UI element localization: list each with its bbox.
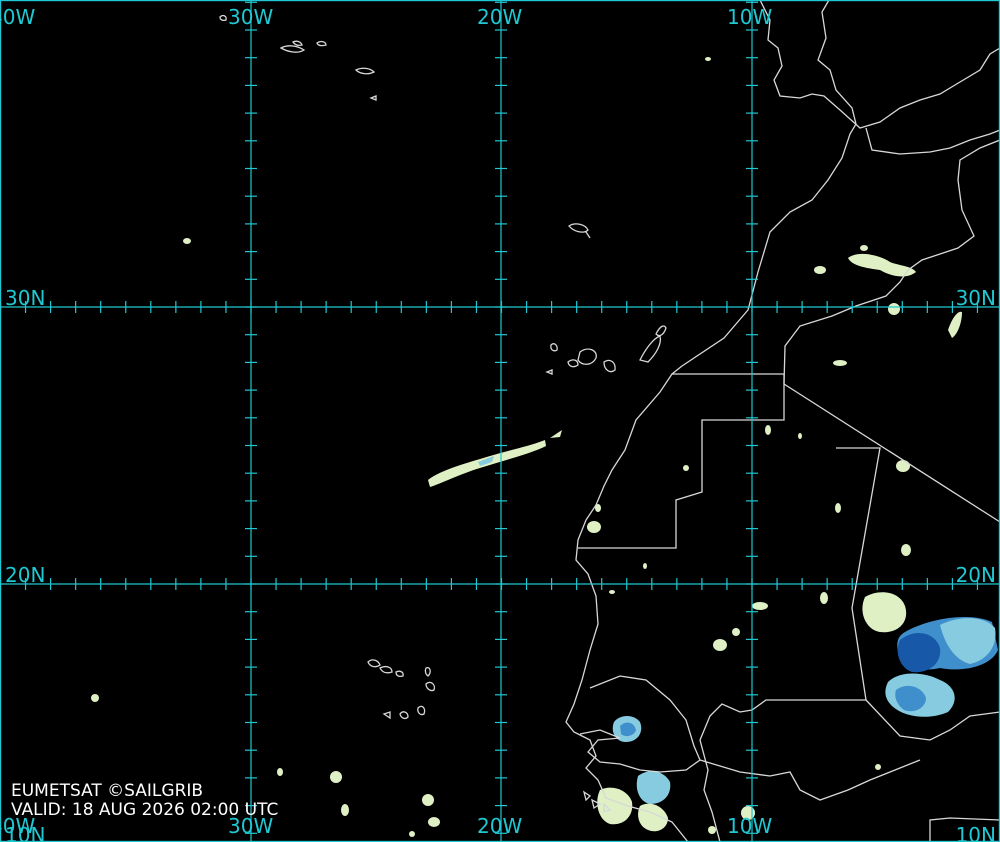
label-left-20n: 20N [5, 563, 45, 587]
label-left-30n: 30N [5, 286, 45, 310]
label-bottom-20w: 20W [477, 814, 522, 838]
label-right-10n: 10N [956, 823, 996, 842]
valid-time-line: VALID: 18 AUG 2026 02:00 UTC [11, 800, 278, 820]
label-top-20w: 20W [477, 5, 522, 29]
label-top-30w: 30W [228, 5, 273, 29]
label-right-30n: 30N [956, 286, 996, 310]
label-top-40w: 40W [0, 5, 35, 29]
label-top-10w: 10W [727, 5, 772, 29]
label-left-10n: 10N [5, 823, 45, 842]
label-right-20n: 20N [956, 563, 996, 587]
map-background [0, 0, 1000, 842]
satellite-map: 40W 30W 20W 10W 40W 30W 20W 10W 30N 20N … [0, 0, 1000, 842]
label-bottom-10w: 10W [727, 814, 772, 838]
credit-line: EUMETSAT ©SAILGRIB [11, 781, 203, 801]
